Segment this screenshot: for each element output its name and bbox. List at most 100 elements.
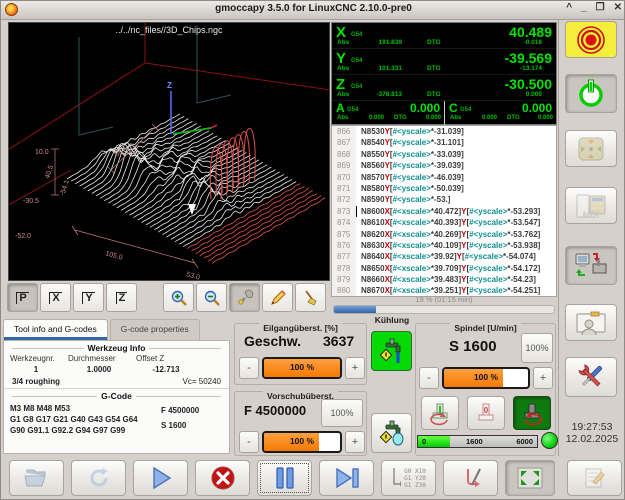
toggle-tool-display-button[interactable] <box>229 283 260 312</box>
gcode-view[interactable]: 866 N8530Y[#<yscale>*-31.039] 867 N8540Y[#<… <box>331 125 557 297</box>
gcode-line[interactable]: 872 N8590Y[#<yscale>*-53.] <box>332 194 556 206</box>
open-file-button[interactable] <box>9 460 64 496</box>
tool-offset-z: -12.713 <box>152 365 180 374</box>
dro-axis-a[interactable]: A G54 0.000 Abs 0.000 DTG 0.000 <box>332 101 444 125</box>
gremlin-preview[interactable]: Z 10.0 40.5 -30.5 58.1 -54.1 -52.0 105.0… <box>8 22 330 281</box>
dim-y-min: -54.1 <box>59 179 71 196</box>
gcode-line[interactable]: 875 N8620X[#<xscale>*40.269]Y[#<yscale>*-… <box>332 228 556 240</box>
run-program-button[interactable] <box>133 460 188 496</box>
tools-icon <box>578 364 603 387</box>
maximize-button[interactable]: ❐ <box>596 2 605 13</box>
gcode-line[interactable]: 873 N8600X[#<xscale>*40.472]Y[#<yscale>*-… <box>332 205 556 218</box>
tab-gcode-properties[interactable]: G-code properties <box>109 319 200 340</box>
power-icon <box>579 79 603 107</box>
tool-number: 1 <box>33 365 39 374</box>
close-button[interactable]: ✕ <box>614 2 622 13</box>
tab-tool-info[interactable]: Tool info and G-codes <box>3 319 108 340</box>
flood-coolant-icon <box>379 338 400 363</box>
zoom-out-icon <box>204 290 220 306</box>
toggle-dimensions-button[interactable] <box>262 283 293 312</box>
step-program-button[interactable] <box>319 460 374 496</box>
zoom-out-button[interactable] <box>196 283 227 312</box>
spindle-title: Spindel [U/min] <box>450 323 521 333</box>
gcode-line[interactable]: 867 N8540Y[#<yscale>*-31.101] <box>332 137 556 149</box>
spindle-at-speed-lamp <box>541 432 558 449</box>
run-icon <box>152 466 171 490</box>
gcode-line[interactable]: 878 N8650X[#<xscale>*39.709]Y[#<yscale>*-… <box>332 262 556 275</box>
stop-program-button[interactable] <box>195 460 250 496</box>
view-z-button[interactable]: Z <box>106 283 137 312</box>
estop-button[interactable] <box>565 21 617 58</box>
user-tabs-button[interactable] <box>565 304 617 341</box>
gcode-line-text: N8550Y[#<yscale>*-33.039] <box>361 149 464 159</box>
minimize-button[interactable]: _ <box>581 2 587 13</box>
spindle-override-slider[interactable]: 100 % <box>442 367 530 389</box>
edit-gcode-button[interactable] <box>567 460 622 496</box>
gcode-line-text: N8580Y[#<yscale>*-50.039] <box>361 183 464 193</box>
gcode-line[interactable]: 877 N8640X[#<xscale>*39.92]Y[#<yscale>*-5… <box>332 251 556 263</box>
reload-file-button[interactable] <box>71 460 126 496</box>
gcode-line-text: N8560Y[#<yscale>*-39.039] <box>361 161 464 171</box>
manual-mode-button[interactable] <box>565 130 617 167</box>
reload-icon <box>90 468 108 487</box>
view-x-button[interactable]: X <box>40 283 71 312</box>
gcode-line[interactable]: 874 N8610X[#<xscale>*40.393]Y[#<yscale>*-… <box>332 217 556 229</box>
spindle-minus-button[interactable]: - <box>419 367 439 389</box>
dro-axis-c[interactable]: C G54 0.000 Abs 0.000 DTG 0.000 <box>444 101 556 125</box>
mdi-keyboard-icon: MDI <box>576 194 606 220</box>
gcode-line[interactable]: 870 N8570Y[#<yscale>*-46.039] <box>332 171 556 183</box>
rapid-minus-button[interactable]: - <box>239 357 259 379</box>
gcode-line[interactable]: 866 N8530Y[#<yscale>*-31.039] <box>332 126 556 138</box>
gcode-line-text: N8620X[#<xscale>*40.269]Y[#<yscale>*-53.… <box>361 229 541 239</box>
auto-mode-button[interactable] <box>565 246 617 285</box>
feed-reset-100-button[interactable]: 100% <box>321 399 363 427</box>
shade-window-button[interactable]: ^ <box>566 2 572 13</box>
clear-preview-button[interactable] <box>295 283 326 312</box>
zoom-in-button[interactable] <box>163 283 194 312</box>
spindle-cw-button[interactable] <box>513 396 551 430</box>
spindle-reset-100-button[interactable]: 100% <box>521 333 553 363</box>
view-y-button[interactable]: Y <box>73 283 104 312</box>
spindle-plus-button[interactable]: + <box>533 367 553 389</box>
gcode-line-text: N8530Y[#<yscale>*-31.039] <box>361 127 464 136</box>
dro-axis-z[interactable]: Z G54 -30.500 Abs -378.813 DTG 0.000 <box>332 75 556 101</box>
pause-program-button[interactable] <box>257 460 312 496</box>
run-from-line-button[interactable]: G0 X10 G1 Y20 G1 Z30 <box>381 460 436 496</box>
gcode-line[interactable]: 869 N8560Y[#<yscale>*-39.039] <box>332 160 556 172</box>
dro-a-value: 0.000 <box>409 101 440 115</box>
gcode-line-text: N8570Y[#<yscale>*-46.039] <box>361 172 464 182</box>
skip-optional-blocks-button[interactable] <box>443 460 498 496</box>
flood-coolant-button[interactable] <box>371 331 412 371</box>
active-gcodes-2: G90 G91.1 G92.2 G94 G97 G99 <box>10 426 126 435</box>
gcode-line[interactable]: 868 N8550Y[#<yscale>*-33.039] <box>332 148 556 161</box>
fullsize-preview-button[interactable] <box>505 460 555 496</box>
feed-minus-button[interactable]: - <box>239 431 259 453</box>
rapid-plus-button[interactable]: + <box>345 357 365 379</box>
spindle-ccw-icon <box>430 403 448 426</box>
dim-x-max: 53.0 <box>185 271 200 280</box>
dro-axis-y[interactable]: Y G54 -39.569 Abs 101.331 DTG -13.174 <box>332 49 556 75</box>
spindle-ccw-button[interactable] <box>421 396 459 430</box>
gcode-line[interactable]: 876 N8630X[#<xscale>*40.109]Y[#<yscale>*-… <box>332 239 556 252</box>
view-perspective-button[interactable]: P <box>7 283 38 312</box>
feed-plus-button[interactable]: + <box>345 431 365 453</box>
spindle-stop-button[interactable]: 0 <box>467 396 505 430</box>
gcode-line[interactable]: 879 N8660X[#<xscale>*39.483]Y[#<yscale>*-… <box>332 274 556 286</box>
settings-button[interactable] <box>565 357 617 397</box>
tool-col-offset: Offset Z <box>136 354 165 363</box>
mist-coolant-button[interactable] <box>371 413 412 453</box>
sidebar-separator[interactable] <box>558 20 559 456</box>
rapid-override-title: Eilgangüberst. [%] <box>259 323 342 333</box>
feed-override-slider[interactable]: 100 % <box>262 431 342 453</box>
dro-axis-x[interactable]: X G54 40.489 Abs 191.839 DTG -0.016 <box>332 23 556 49</box>
svg-text:0: 0 <box>484 406 489 415</box>
machine-on-button[interactable] <box>565 74 617 113</box>
clock-date: 12.02.2025 <box>565 433 619 445</box>
gcode-line[interactable]: 871 N8580Y[#<yscale>*-50.039] <box>332 182 556 195</box>
rapid-override-slider[interactable]: 100 % <box>262 357 342 379</box>
step-icon <box>335 467 359 489</box>
dim-z-span: 40.5 <box>44 164 55 179</box>
mdi-mode-button[interactable]: MDI <box>565 187 617 224</box>
auto-mode-icon <box>575 252 607 276</box>
stop-icon <box>211 466 234 490</box>
